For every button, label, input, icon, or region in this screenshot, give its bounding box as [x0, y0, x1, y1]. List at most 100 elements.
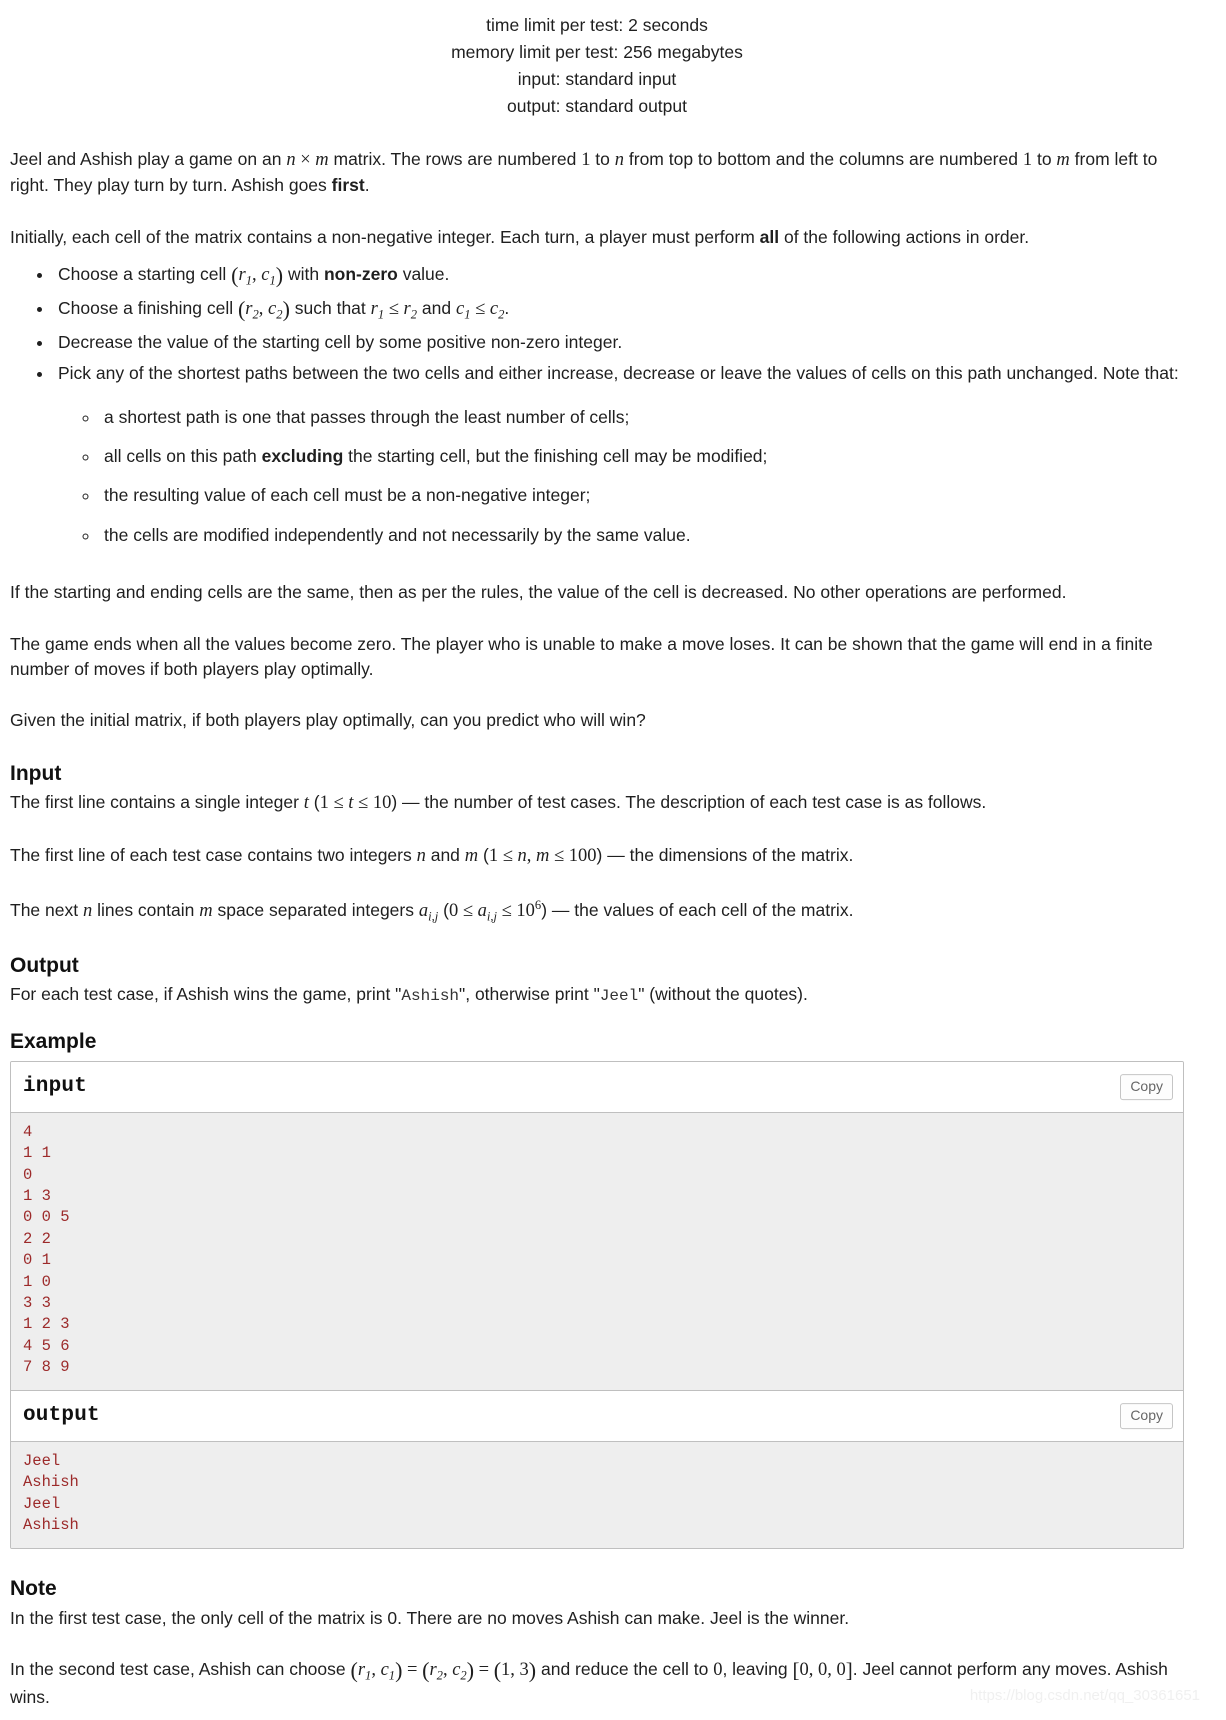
text-run: value. — [397, 264, 450, 285]
sample-test-box: input Copy 4 1 1 0 1 3 0 0 5 2 2 0 1 1 0… — [10, 1061, 1184, 1550]
math-var: r — [429, 1659, 437, 1680]
math-times-symbol: × — [300, 149, 311, 170]
list-item: Choose a starting cell (r1, c1) with non… — [54, 262, 1184, 290]
watermark: https://blog.csdn.net/qq_30361651 — [969, 1686, 1200, 1704]
list-item: the cells are modified independently and… — [100, 523, 1184, 548]
math-comma: , — [510, 1659, 520, 1680]
text-run: ( — [478, 844, 489, 865]
math-equals: = — [478, 1659, 490, 1680]
math-var: r — [245, 298, 253, 319]
list-item: Pick any of the shortest paths between t… — [54, 361, 1184, 548]
math-m: m — [1056, 149, 1070, 170]
math-m: m — [199, 900, 213, 921]
math-n: n — [517, 845, 527, 866]
copy-input-button[interactable]: Copy — [1120, 1074, 1173, 1101]
statement-paragraph-4: The game ends when all the values become… — [10, 633, 1153, 679]
note-heading: Note — [10, 1577, 57, 1601]
math-r1: r1 — [357, 1659, 372, 1683]
math-r1: r1 — [371, 299, 385, 322]
math-r2: r2 — [429, 1659, 443, 1683]
text-run: The next — [10, 899, 83, 920]
math-le: ≤ — [388, 298, 399, 319]
sample-tests: input Copy 4 1 1 0 1 3 0 0 5 2 2 0 1 1 0… — [10, 1061, 1184, 1550]
statement-paragraph-5: Given the initial matrix, if both player… — [10, 710, 646, 731]
math-m: m — [464, 845, 479, 866]
emphasis-all: all — [759, 226, 780, 247]
input-spec: input: standard input — [517, 69, 677, 90]
output-spec: output: standard output — [507, 96, 687, 117]
math-comma: , — [442, 1659, 453, 1680]
text-run: from top to bottom and the columns are n… — [624, 148, 1023, 169]
emphasis-first: first — [331, 175, 365, 196]
math-r2: r2 — [245, 298, 259, 322]
math-sub: i,j — [486, 909, 497, 924]
math-c2: c2 — [490, 299, 505, 322]
statement-paragraph-1: Jeel and Ashish play a game on an n × m … — [10, 147, 1184, 199]
math-c1: c1 — [261, 265, 276, 288]
text-run: and — [425, 844, 465, 865]
statement-paragraph-3: If the starting and ending cells are the… — [10, 582, 1067, 603]
math-aij: ai,j — [419, 901, 438, 924]
math-var: c — [452, 1659, 461, 1680]
math-c2: c2 — [268, 299, 283, 322]
math-r1: r1 — [238, 265, 252, 288]
output-line-1: For each test case, if Ashish wins the g… — [10, 982, 1184, 1008]
math-le: ≤ — [475, 298, 486, 319]
copy-output-button[interactable]: Copy — [1120, 1403, 1173, 1429]
math-paren-close: ) — [275, 262, 284, 288]
text-run: For each test case, if Ashish wins the g… — [10, 983, 402, 1004]
math-3: 3 — [519, 1659, 529, 1680]
math-c1: c1 — [455, 298, 471, 322]
math-paren-open: ( — [350, 1657, 358, 1683]
text-run: — the dimensions of the matrix. — [602, 844, 854, 865]
math-comma: , — [251, 265, 262, 286]
math-comma: , — [258, 298, 269, 319]
text-run: Pick any of the shortest paths between t… — [58, 363, 1179, 384]
list-item: Decrease the value of the starting cell … — [54, 330, 1184, 355]
math-r2: r2 — [404, 299, 418, 322]
text-run: . — [504, 297, 510, 318]
problem-limits: time limit per test: 2 seconds memory li… — [10, 8, 1184, 121]
math-1: 1 — [1022, 149, 1033, 170]
notes-sublist: a shortest path is one that passes throu… — [58, 405, 1184, 549]
text-run: ( — [438, 899, 449, 920]
math-paren-close: ) — [282, 296, 290, 322]
text-run: the starting cell, but the finishing cel… — [343, 446, 768, 467]
text-run: ( — [308, 791, 320, 812]
memory-limit: memory limit per test: 256 megabytes — [451, 42, 743, 63]
problem-page: time limit per test: 2 seconds memory li… — [0, 0, 1226, 1720]
text-run: The first line of each test case contain… — [10, 844, 417, 865]
math-0: 0 — [713, 1659, 723, 1680]
math-le: ≤ — [554, 845, 565, 866]
math-var: c — [455, 298, 465, 319]
actions-list: Choose a starting cell (r1, c1) with non… — [10, 262, 1184, 548]
sample-output-header: output Copy — [11, 1390, 1183, 1442]
text-run: matrix. The rows are numbered — [328, 148, 582, 169]
emphasis-excluding: excluding — [261, 446, 344, 467]
text-run: space separated integers — [212, 899, 419, 920]
math-var: r — [357, 1659, 366, 1680]
math-var: c — [380, 1659, 389, 1680]
math-n: n — [286, 149, 296, 170]
math-c2: c2 — [452, 1659, 467, 1683]
text-run: lines contain — [92, 899, 200, 920]
input-line-3: The next n lines contain m space separat… — [10, 896, 1184, 926]
math-1: 1 — [319, 792, 329, 813]
text-run: — the number of test cases. The descript… — [397, 791, 987, 812]
sample-input-data: 4 1 1 0 1 3 0 0 5 2 2 0 1 1 0 3 3 1 2 3 … — [11, 1112, 1183, 1391]
text-run: all cells on this path — [104, 446, 262, 467]
sample-input-label: input — [23, 1075, 88, 1099]
math-paren-close: ) — [466, 1657, 475, 1683]
text-run: Initially, each cell of the matrix conta… — [10, 226, 760, 247]
statement-paragraph-2: Initially, each cell of the matrix conta… — [10, 225, 1184, 250]
list-item: all cells on this path excluding the sta… — [100, 444, 1184, 469]
text-run: to — [590, 148, 615, 169]
text-run: and — [417, 297, 456, 318]
text-run: . — [364, 175, 370, 196]
text-run: Choose a finishing cell — [58, 297, 238, 318]
math-paren-open: ( — [493, 1657, 502, 1683]
